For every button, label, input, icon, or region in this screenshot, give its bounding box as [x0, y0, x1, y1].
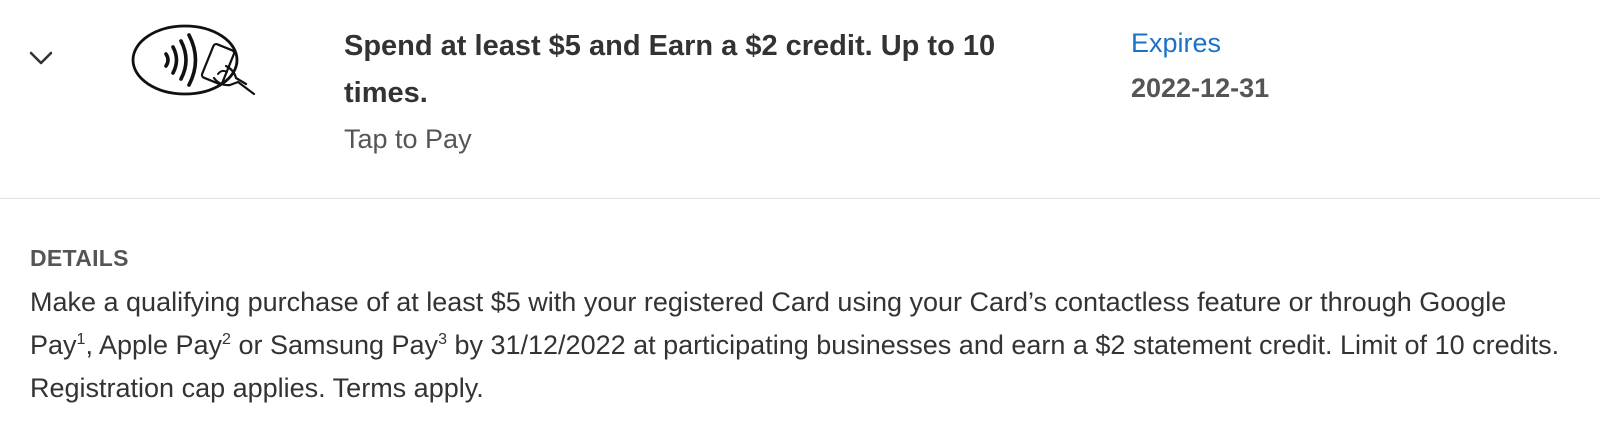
details-text-part: or Samsung Pay	[230, 330, 439, 360]
expiry-info: Expires 2022-12-31	[1131, 24, 1269, 107]
expires-link[interactable]: Expires	[1131, 24, 1269, 62]
footnote-marker: 2	[222, 331, 231, 348]
offer-title: Spend at least $5 and Earn a $2 credit. …	[344, 30, 996, 109]
details-heading: DETAILS	[30, 245, 129, 271]
expiry-date: 2022-12-31	[1131, 73, 1270, 103]
offer-summary: Spend at least $5 and Earn a $2 credit. …	[344, 23, 1074, 159]
chevron-down-icon[interactable]	[28, 48, 54, 68]
offer-header: Spend at least $5 and Earn a $2 credit. …	[0, 0, 1600, 199]
details-section: DETAILS Make a qualifying purchase of at…	[30, 243, 1570, 410]
contactless-tap-to-pay-icon	[130, 22, 262, 100]
footnote-marker: 3	[438, 331, 447, 348]
details-text-part: , Apple Pay	[85, 330, 223, 360]
offer-card: Spend at least $5 and Earn a $2 credit. …	[0, 0, 1600, 432]
details-text: Make a qualifying purchase of at least $…	[30, 281, 1570, 410]
offer-category: Tap to Pay	[344, 124, 472, 154]
